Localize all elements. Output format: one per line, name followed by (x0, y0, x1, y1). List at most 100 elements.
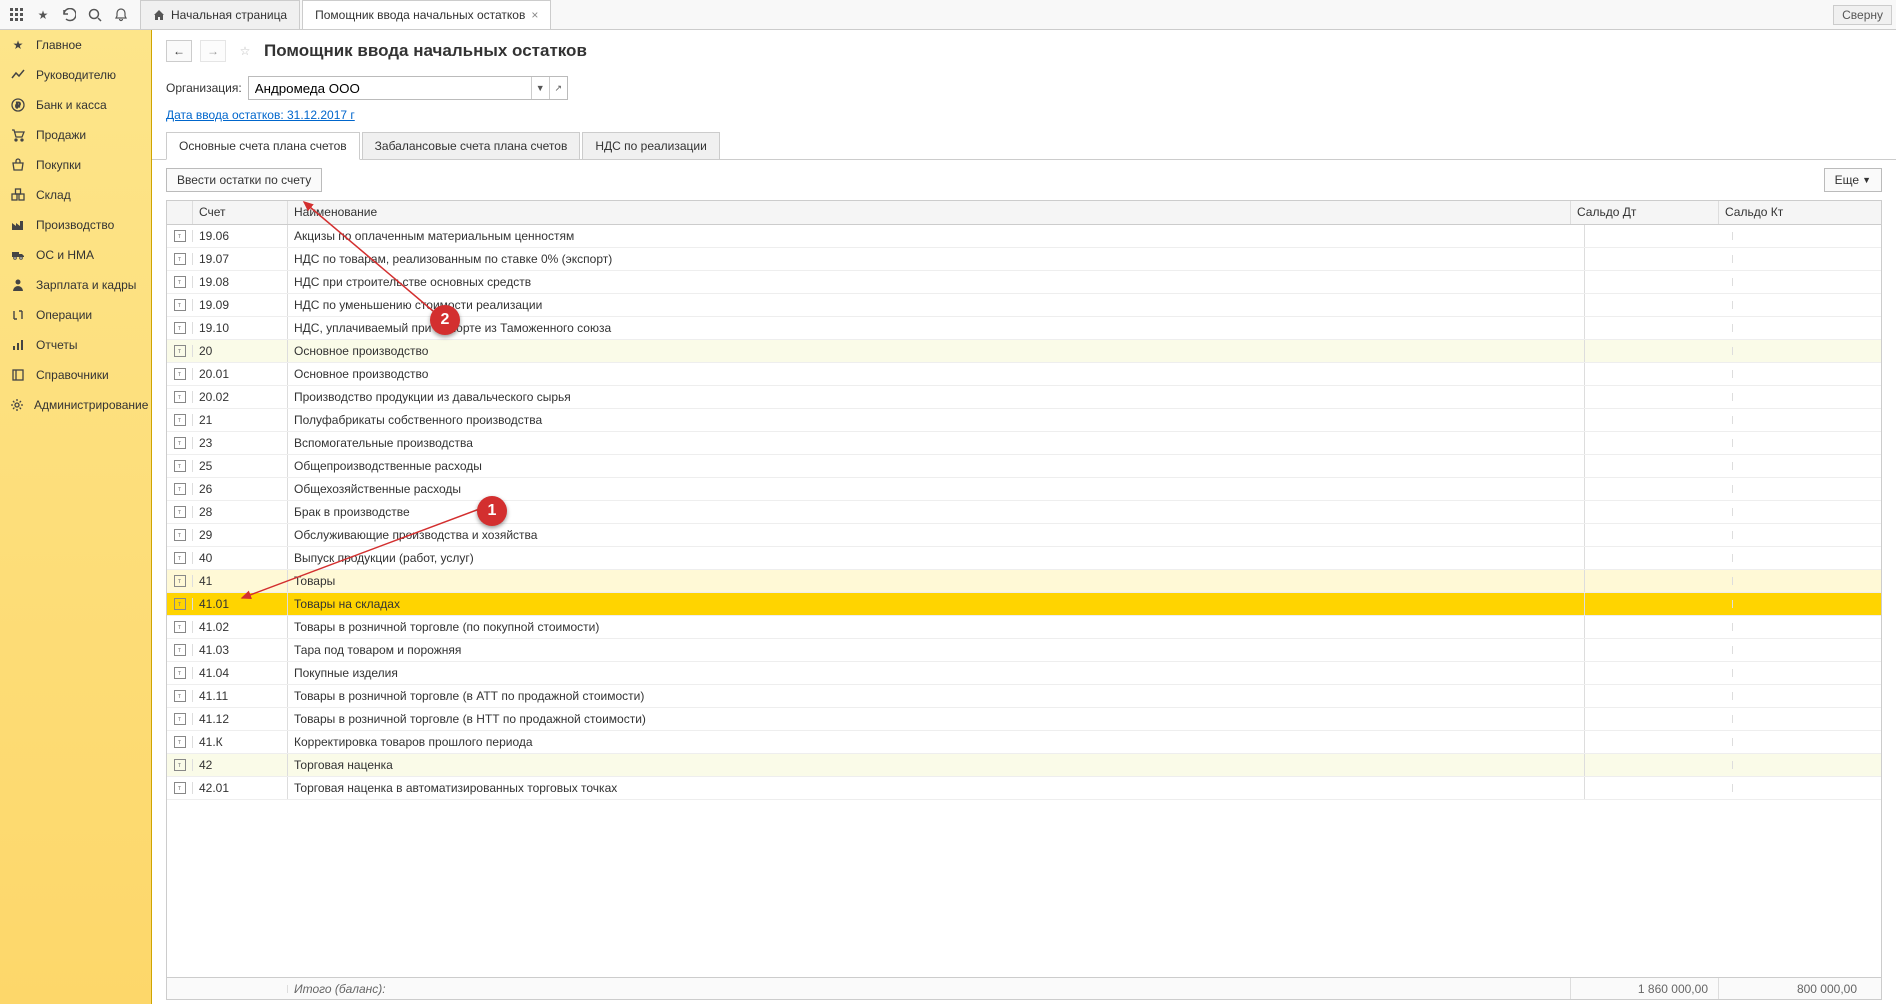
table-row[interactable]: т23Вспомогательные производства (167, 432, 1881, 455)
cell-dt (1585, 508, 1733, 516)
cell-kt (1733, 761, 1881, 769)
subtab-offbalance-accounts[interactable]: Забалансовые счета плана счетов (362, 132, 581, 159)
table-row[interactable]: т19.06Акцизы по оплаченным материальным … (167, 225, 1881, 248)
collapse-button[interactable]: Сверну (1833, 5, 1892, 25)
table-row[interactable]: т20Основное производство (167, 340, 1881, 363)
cell-dt (1585, 761, 1733, 769)
org-input[interactable] (249, 77, 531, 99)
sidebar-item-main[interactable]: ★Главное (0, 30, 151, 60)
cell-account: 41.12 (193, 708, 288, 730)
table-row[interactable]: т41Товары (167, 570, 1881, 593)
sidebar-item-operations[interactable]: Операции (0, 300, 151, 330)
open-icon[interactable]: ↗ (549, 77, 567, 99)
sidebar-item-payroll[interactable]: Зарплата и кадры (0, 270, 151, 300)
history-icon[interactable] (56, 2, 82, 28)
sidebar-item-catalogs[interactable]: Справочники (0, 360, 151, 390)
cell-dt (1585, 301, 1733, 309)
sidebar-item-reports[interactable]: Отчеты (0, 330, 151, 360)
enter-balance-button[interactable]: Ввести остатки по счету (166, 168, 322, 192)
accounts-grid: Счет Наименование Сальдо Дт Сальдо Кт т1… (166, 200, 1882, 1000)
table-row[interactable]: т41.ККорректировка товаров прошлого пери… (167, 731, 1881, 754)
cell-dt (1585, 393, 1733, 401)
account-icon: т (167, 690, 193, 702)
table-row[interactable]: т41.04Покупные изделия (167, 662, 1881, 685)
col-name-header[interactable]: Наименование (288, 201, 1571, 224)
table-row[interactable]: т20.01Основное производство (167, 363, 1881, 386)
cell-account: 41.01 (193, 593, 288, 615)
table-row[interactable]: т42.01Торговая наценка в автоматизирован… (167, 777, 1881, 800)
more-button[interactable]: Еще ▼ (1824, 168, 1882, 192)
subtab-main-accounts[interactable]: Основные счета плана счетов (166, 132, 360, 160)
table-row[interactable]: т19.08НДС при строительстве основных сре… (167, 271, 1881, 294)
cart-icon (10, 127, 26, 143)
table-row[interactable]: т25Общепроизводственные расходы (167, 455, 1881, 478)
sidebar-item-production[interactable]: Производство (0, 210, 151, 240)
cell-name: НДС, уплачиваемый при импорте из Таможен… (288, 317, 1585, 339)
marker-2: 2 (430, 305, 460, 335)
col-dt-header[interactable]: Сальдо Дт (1571, 201, 1719, 224)
table-row[interactable]: т41.12Товары в розничной торговле (в НТТ… (167, 708, 1881, 731)
sidebar-item-purchases[interactable]: Покупки (0, 150, 151, 180)
cell-kt (1733, 784, 1881, 792)
cell-account: 41.К (193, 731, 288, 753)
cell-name: Торговая наценка (288, 754, 1585, 776)
cell-kt (1733, 462, 1881, 470)
account-icon: т (167, 529, 193, 541)
tab-balance-helper[interactable]: Помощник ввода начальных остатков × (302, 0, 551, 29)
cell-account: 25 (193, 455, 288, 477)
balance-date-link[interactable]: Дата ввода остатков: 31.12.2017 г (166, 108, 355, 122)
cell-name: Полуфабрикаты собственного производства (288, 409, 1585, 431)
coin-icon: ₽ (10, 97, 26, 113)
dropdown-icon[interactable]: ▼ (531, 77, 549, 99)
table-row[interactable]: т41.11Товары в розничной торговле (в АТТ… (167, 685, 1881, 708)
table-row[interactable]: т21Полуфабрикаты собственного производст… (167, 409, 1881, 432)
search-icon[interactable] (82, 2, 108, 28)
favorite-star-icon[interactable]: ☆ (234, 40, 256, 62)
table-row[interactable]: т41.02Товары в розничной торговле (по по… (167, 616, 1881, 639)
col-account-header[interactable]: Счет (193, 201, 288, 224)
subtab-vat-sales[interactable]: НДС по реализации (582, 132, 719, 159)
bell-icon[interactable] (108, 2, 134, 28)
table-row[interactable]: т19.07НДС по товарам, реализованным по с… (167, 248, 1881, 271)
sidebar-item-sales[interactable]: Продажи (0, 120, 151, 150)
back-button[interactable]: ← (166, 40, 192, 62)
grid-body[interactable]: т19.06Акцизы по оплаченным материальным … (167, 225, 1881, 977)
cell-name: Товары в розничной торговле (по покупной… (288, 616, 1585, 638)
cell-kt (1733, 347, 1881, 355)
cell-kt (1733, 255, 1881, 263)
tab-home[interactable]: Начальная страница (140, 0, 300, 29)
cell-dt (1585, 692, 1733, 700)
favorite-icon[interactable]: ★ (30, 2, 56, 28)
sidebar-item-assets[interactable]: ОС и НМА (0, 240, 151, 270)
close-icon[interactable]: × (531, 8, 538, 22)
table-row[interactable]: т29Обслуживающие производства и хозяйств… (167, 524, 1881, 547)
table-row[interactable]: т19.10НДС, уплачиваемый при импорте из Т… (167, 317, 1881, 340)
cell-kt (1733, 485, 1881, 493)
sidebar-item-warehouse[interactable]: Склад (0, 180, 151, 210)
table-row[interactable]: т41.01Товары на складах (167, 593, 1881, 616)
sidebar-item-manager[interactable]: Руководителю (0, 60, 151, 90)
table-row[interactable]: т41.03Тара под товаром и порожняя (167, 639, 1881, 662)
org-combo[interactable]: ▼ ↗ (248, 76, 568, 100)
table-row[interactable]: т42Торговая наценка (167, 754, 1881, 777)
cell-kt (1733, 416, 1881, 424)
account-icon: т (167, 299, 193, 311)
sidebar-item-bank[interactable]: ₽Банк и касса (0, 90, 151, 120)
forward-button[interactable]: → (200, 40, 226, 62)
cell-name: Тара под товаром и порожняя (288, 639, 1585, 661)
account-icon: т (167, 253, 193, 265)
cell-kt (1733, 623, 1881, 631)
table-row[interactable]: т19.09НДС по уменьшению стоимости реализ… (167, 294, 1881, 317)
table-row[interactable]: т40Выпуск продукции (работ, услуг) (167, 547, 1881, 570)
sidebar-item-admin[interactable]: Администрирование (0, 390, 151, 420)
table-row[interactable]: т28Брак в производстве (167, 501, 1881, 524)
cell-dt (1585, 370, 1733, 378)
cell-dt (1585, 577, 1733, 585)
col-kt-header[interactable]: Сальдо Кт (1719, 201, 1867, 224)
table-row[interactable]: т20.02Производство продукции из давальче… (167, 386, 1881, 409)
apps-icon[interactable] (4, 2, 30, 28)
cell-kt (1733, 577, 1881, 585)
table-row[interactable]: т26Общехозяйственные расходы (167, 478, 1881, 501)
chart-icon (10, 67, 26, 83)
cell-kt (1733, 324, 1881, 332)
